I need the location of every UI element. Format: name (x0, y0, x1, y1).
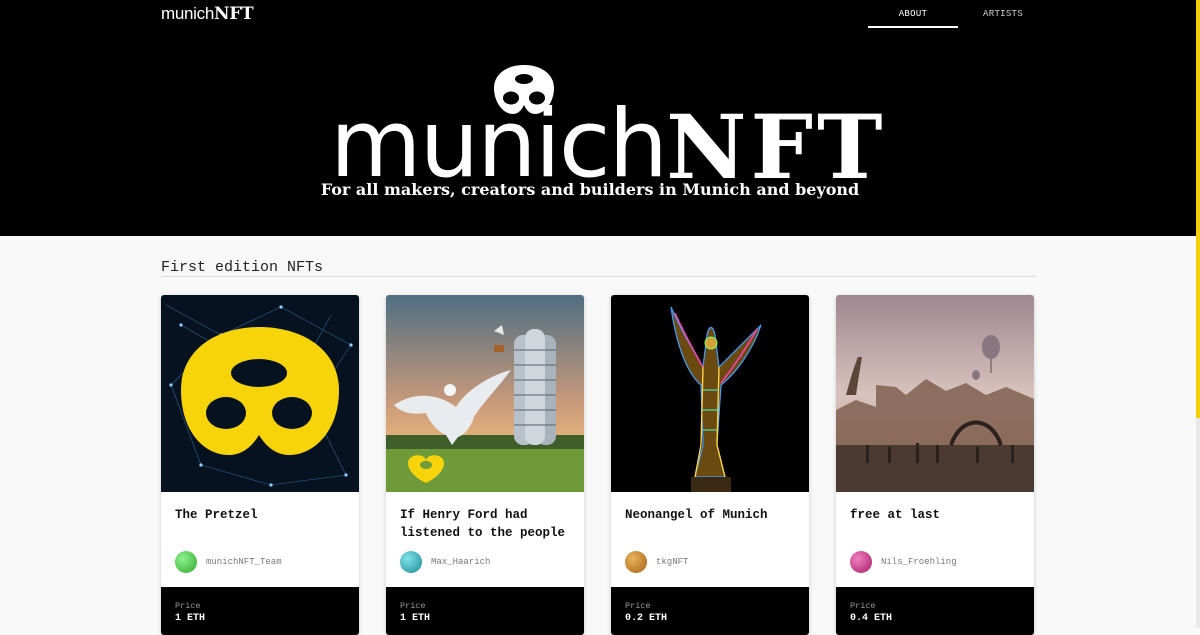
page-scrollbar[interactable] (1196, 0, 1200, 628)
nft-card[interactable]: If Henry Ford had listened to the people… (386, 295, 584, 635)
pretzel-artwork (161, 295, 359, 492)
section-title: First edition NFTs (161, 259, 324, 276)
logo-text-light: munich (161, 4, 215, 23)
creator-avatar[interactable] (400, 551, 422, 573)
nft-title: free at last (850, 508, 941, 522)
top-navbar: munichNFT ABOUT ARTISTS (0, 0, 1196, 28)
creator-name[interactable]: munichNFT_Team (206, 557, 282, 567)
price-value: 0.2 ETH (625, 613, 668, 624)
surreal-city-artwork (836, 295, 1034, 492)
price-label: Price (850, 601, 876, 611)
price-label: Price (175, 601, 201, 611)
nav-link-about[interactable]: ABOUT (868, 0, 958, 28)
logo-text-heavy: NFT (214, 4, 254, 24)
nft-title: Neonangel of Munich (625, 508, 768, 522)
hero-banner: munichNFT For all makers, creators and b… (0, 28, 1196, 236)
creator-avatar[interactable] (625, 551, 647, 573)
hero-tagline: For all makers, creators and builders in… (320, 180, 860, 199)
price-label: Price (400, 601, 426, 611)
site-logo[interactable]: munichNFT (161, 4, 254, 24)
nft-card[interactable]: The Pretzel munichNFT_Team Price 1 ETH (161, 295, 359, 635)
creator-avatar[interactable] (175, 551, 197, 573)
section-divider (161, 276, 1035, 277)
creator-avatar[interactable] (850, 551, 872, 573)
pegasus-bmw-tower-artwork (386, 295, 584, 492)
price-value: 1 ETH (400, 613, 431, 624)
nft-title: The Pretzel (175, 508, 258, 522)
creator-name[interactable]: Max_Haarich (431, 557, 490, 567)
creator-name[interactable]: tkgNFT (656, 557, 688, 567)
scrollbar-thumb[interactable] (1196, 0, 1200, 418)
neon-angel-artwork (611, 295, 809, 492)
creator-name[interactable]: Nils_Froehling (881, 557, 957, 567)
nft-card[interactable]: free at last Nils_Froehling Price 0.4 ET… (836, 295, 1034, 635)
nft-title: If Henry Ford had listened to the people (400, 508, 566, 540)
price-label: Price (625, 601, 651, 611)
price-value: 0.4 ETH (850, 613, 893, 624)
price-value: 1 ETH (175, 613, 206, 624)
nav-link-artists[interactable]: ARTISTS (958, 0, 1048, 26)
nft-card[interactable]: Neonangel of Munich tkgNFT Price 0.2 ETH (611, 295, 809, 635)
